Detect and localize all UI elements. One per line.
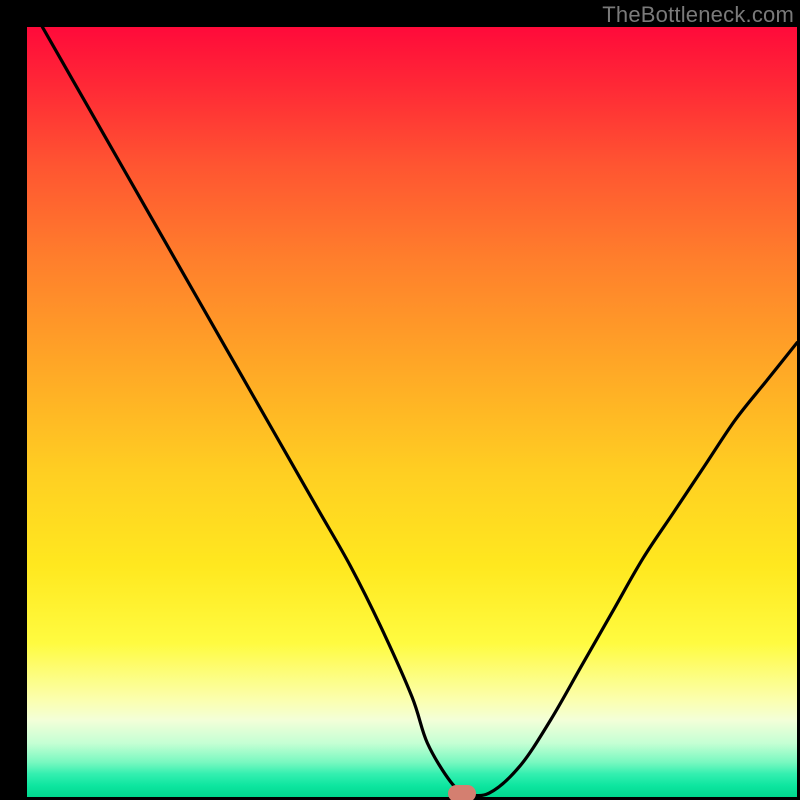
- chart-frame: TheBottleneck.com: [0, 0, 800, 800]
- plot-area: [27, 27, 797, 797]
- optimum-marker: [448, 785, 476, 800]
- watermark-text: TheBottleneck.com: [602, 2, 794, 28]
- bottleneck-curve: [27, 27, 797, 797]
